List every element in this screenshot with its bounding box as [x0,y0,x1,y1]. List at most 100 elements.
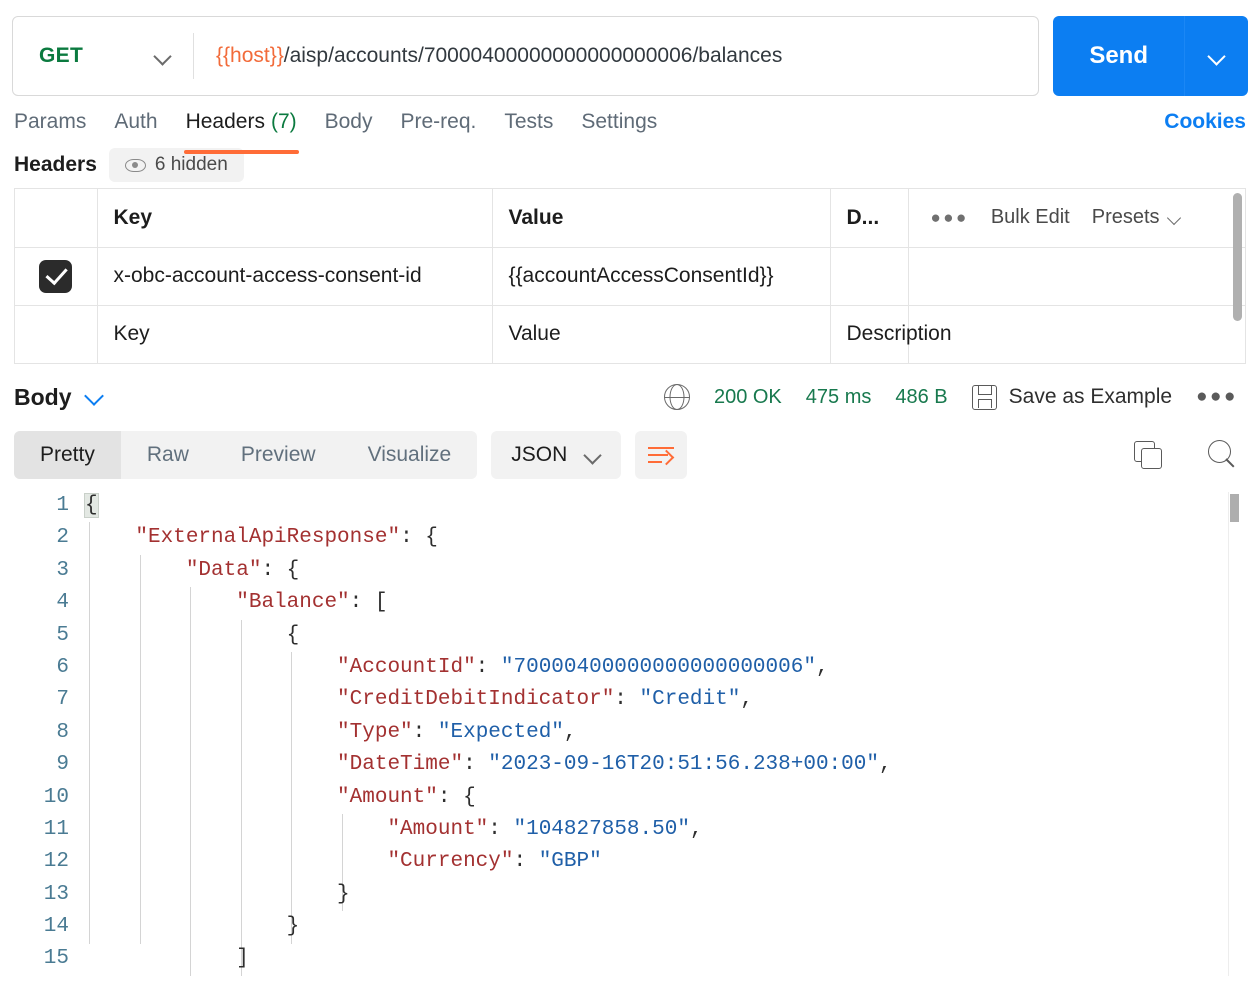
response-body-code[interactable]: 1{2 "ExternalApiResponse": {3 "Data": {4… [0,490,1260,976]
code-token: , [878,753,892,777]
more-horizontal-icon[interactable]: ●●● [1196,386,1238,408]
code-token: "CreditDebitIndicator" [337,688,615,712]
code-token: } [337,882,350,906]
search-icon[interactable] [1208,440,1238,470]
line-number: 2 [56,526,69,550]
code-token: "104827858.50" [513,817,690,841]
row-checkbox-cell[interactable] [15,247,98,306]
code-line: 3 "Data": { [0,555,1260,587]
copy-icon[interactable] [1134,441,1162,469]
code-token: "Type" [337,720,413,744]
placeholder-description-input[interactable]: Description [830,305,952,364]
code-token: "Expected" [437,720,564,744]
line-number: 9 [56,753,69,777]
code-token: , [815,655,829,679]
spacer-cell [492,363,831,364]
code-scrollbar[interactable] [1228,492,1239,976]
table-row[interactable]: x-obc-account-access-consent-id {{accoun… [15,247,1245,306]
code-token: : [475,655,501,679]
placeholder-value-input[interactable]: Value [492,305,831,364]
word-wrap-icon [648,445,675,465]
code-line: 2 "ExternalApiResponse": { [0,522,1260,554]
code-text: { [85,620,300,652]
tab-headers[interactable]: Headers (7) [172,110,311,154]
row-checkbox-checked[interactable] [39,259,73,293]
code-token: "Currency" [387,850,514,874]
tab-visualize[interactable]: Visualize [342,431,478,479]
word-wrap-button[interactable] [635,431,688,479]
code-token: : [ [349,591,388,615]
matching-brace: { [84,493,99,518]
column-header-value: Value [492,189,831,248]
response-language-label: JSON [511,443,568,466]
response-time: 475 ms [805,385,872,408]
tab-label: Params [14,110,87,133]
column-header-description: D... [830,189,909,248]
code-line: 13 } [0,879,1260,911]
line-number: 7 [56,688,69,712]
line-number: 12 [43,850,69,874]
code-line: 11 "Amount": "104827858.50", [0,814,1260,846]
response-language-select[interactable]: JSON [491,431,622,479]
code-token: "Data" [185,558,262,582]
headers-table-scrollbar[interactable] [1233,193,1242,353]
bulk-edit-button[interactable]: Bulk Edit [991,206,1070,229]
tab-params[interactable]: Params [14,110,100,144]
code-token: : { [261,558,300,582]
code-text: "DateTime": "2023-09-16T20:51:56.238+00:… [85,749,892,781]
url-input[interactable]: {{host}}/aisp/accounts/70000400000000000… [194,17,1038,95]
response-status: 200 OK [713,385,782,408]
tab-raw[interactable]: Raw [121,431,215,479]
tab-body[interactable]: Body [311,110,387,144]
send-options-button[interactable] [1184,16,1248,96]
placeholder-key-input[interactable]: Key [97,305,493,364]
send-button[interactable]: Send [1053,16,1184,96]
response-actions [1134,440,1238,470]
response-view-toolbar: Pretty Raw Preview Visualize JSON [0,424,1260,486]
code-line: 7 "CreditDebitIndicator": "Credit", [0,684,1260,716]
tab-pretty[interactable]: Pretty [14,431,121,479]
response-body-dropdown[interactable] [86,387,102,408]
code-token: : [614,688,640,712]
chevron-down-icon [585,447,601,463]
code-text: ] [85,943,249,975]
code-line: 6 "AccountId": "70000400000000000000006"… [0,652,1260,684]
code-text: "ExternalApiResponse": { [85,522,438,554]
chevron-down-icon [155,48,171,64]
response-body-label: Body [14,383,72,410]
code-text: "Amount": { [85,782,476,814]
scrollbar-thumb[interactable] [1230,494,1239,522]
code-line: 10 "Amount": { [0,782,1260,814]
row-description[interactable] [830,247,909,306]
save-as-example-button[interactable]: Save as Example [971,384,1173,410]
tab-auth[interactable]: Auth [100,110,171,144]
code-token: : { [400,526,438,550]
tab-pre-request[interactable]: Pre-req. [387,110,491,144]
cookies-link[interactable]: Cookies [1164,110,1246,144]
table-row-placeholder[interactable]: Key Value Description [15,305,1245,364]
save-as-example-label: Save as Example [1008,385,1173,408]
code-token: : [412,720,438,744]
tab-settings[interactable]: Settings [567,110,671,144]
line-number: 14 [43,915,69,939]
chevron-down-icon [1209,48,1225,64]
globe-icon[interactable] [663,384,690,410]
scrollbar-thumb[interactable] [1233,193,1242,321]
tab-preview[interactable]: Preview [215,431,342,479]
request-url-row: GET {{host}}/aisp/accounts/7000040000000… [0,0,1260,100]
http-method-select[interactable]: GET [13,17,193,95]
presets-dropdown[interactable]: Presets [1092,206,1182,229]
line-number: 10 [43,785,69,809]
row-value[interactable]: {{accountAccessConsentId}} [492,247,831,306]
code-line: 12 "Currency": "GBP" [0,846,1260,878]
row-key[interactable]: x-obc-account-access-consent-id [97,247,493,306]
send-group: Send [1053,16,1248,96]
placeholder-checkbox-cell[interactable] [15,305,98,364]
more-horizontal-icon[interactable]: ●●● [931,208,969,228]
code-lines: 1{2 "ExternalApiResponse": {3 "Data": {4… [0,490,1260,976]
code-token: "Credit" [639,688,741,712]
tab-label: Headers [185,110,265,133]
code-text: "CreditDebitIndicator": "Credit", [85,684,753,716]
headers-table-toolbar: ●●● Bulk Edit Presets [908,189,1245,248]
tab-tests[interactable]: Tests [490,110,567,144]
